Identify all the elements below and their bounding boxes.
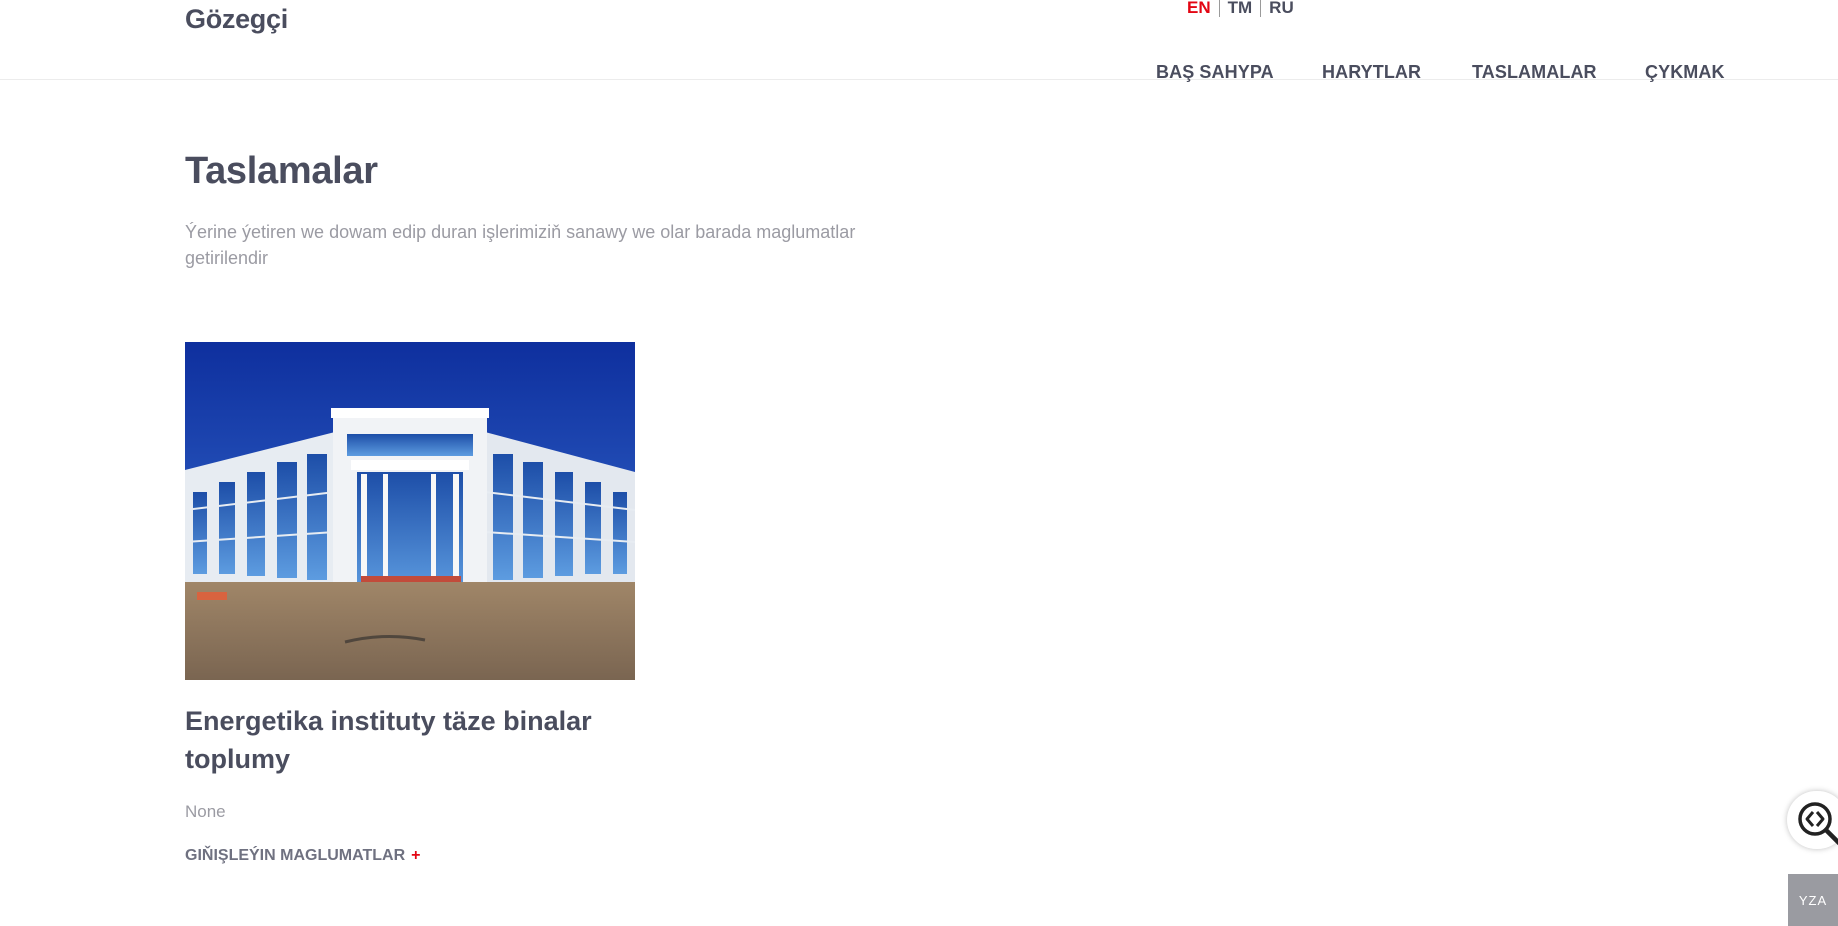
site-header: Gözegçi EN TM RU BAŞ SAHYPA HARYTLAR TAS… [0,0,1838,83]
plus-icon: + [411,847,421,864]
back-button[interactable]: YZA [1788,874,1838,926]
site-logo[interactable]: Gözegçi [185,4,288,35]
code-search-icon [1798,802,1838,846]
project-image[interactable] [185,342,635,680]
lang-ru-link[interactable]: RU [1269,0,1294,18]
code-search-button[interactable] [1787,791,1838,849]
nav-projects[interactable]: TASLAMALAR [1472,62,1597,83]
lang-divider [1260,0,1262,17]
details-link-label: GIŇIŞLEÝIN MAGLUMATLAR [185,847,406,864]
nav-home[interactable]: BAŞ SAHYPA [1156,62,1274,83]
project-details-link[interactable]: GIŇIŞLEÝIN MAGLUMATLAR + [185,847,420,865]
language-switcher: EN TM RU [1187,0,1294,18]
project-title[interactable]: Energetika instituty täze binalar toplum… [185,702,635,778]
lang-en-link[interactable]: EN [1187,0,1211,18]
nav-logout[interactable]: ÇYKMAK [1645,62,1725,83]
project-card: Energetika instituty täze binalar toplum… [185,342,635,864]
page-title: Taslamalar [185,150,378,192]
project-description: None [185,802,226,821]
lang-tm-link[interactable]: TM [1228,0,1253,18]
nav-products[interactable]: HARYTLAR [1322,62,1421,83]
page-subtitle: Ýerine ýetiren we dowam edip duran işler… [185,222,856,268]
lang-divider [1218,0,1220,17]
